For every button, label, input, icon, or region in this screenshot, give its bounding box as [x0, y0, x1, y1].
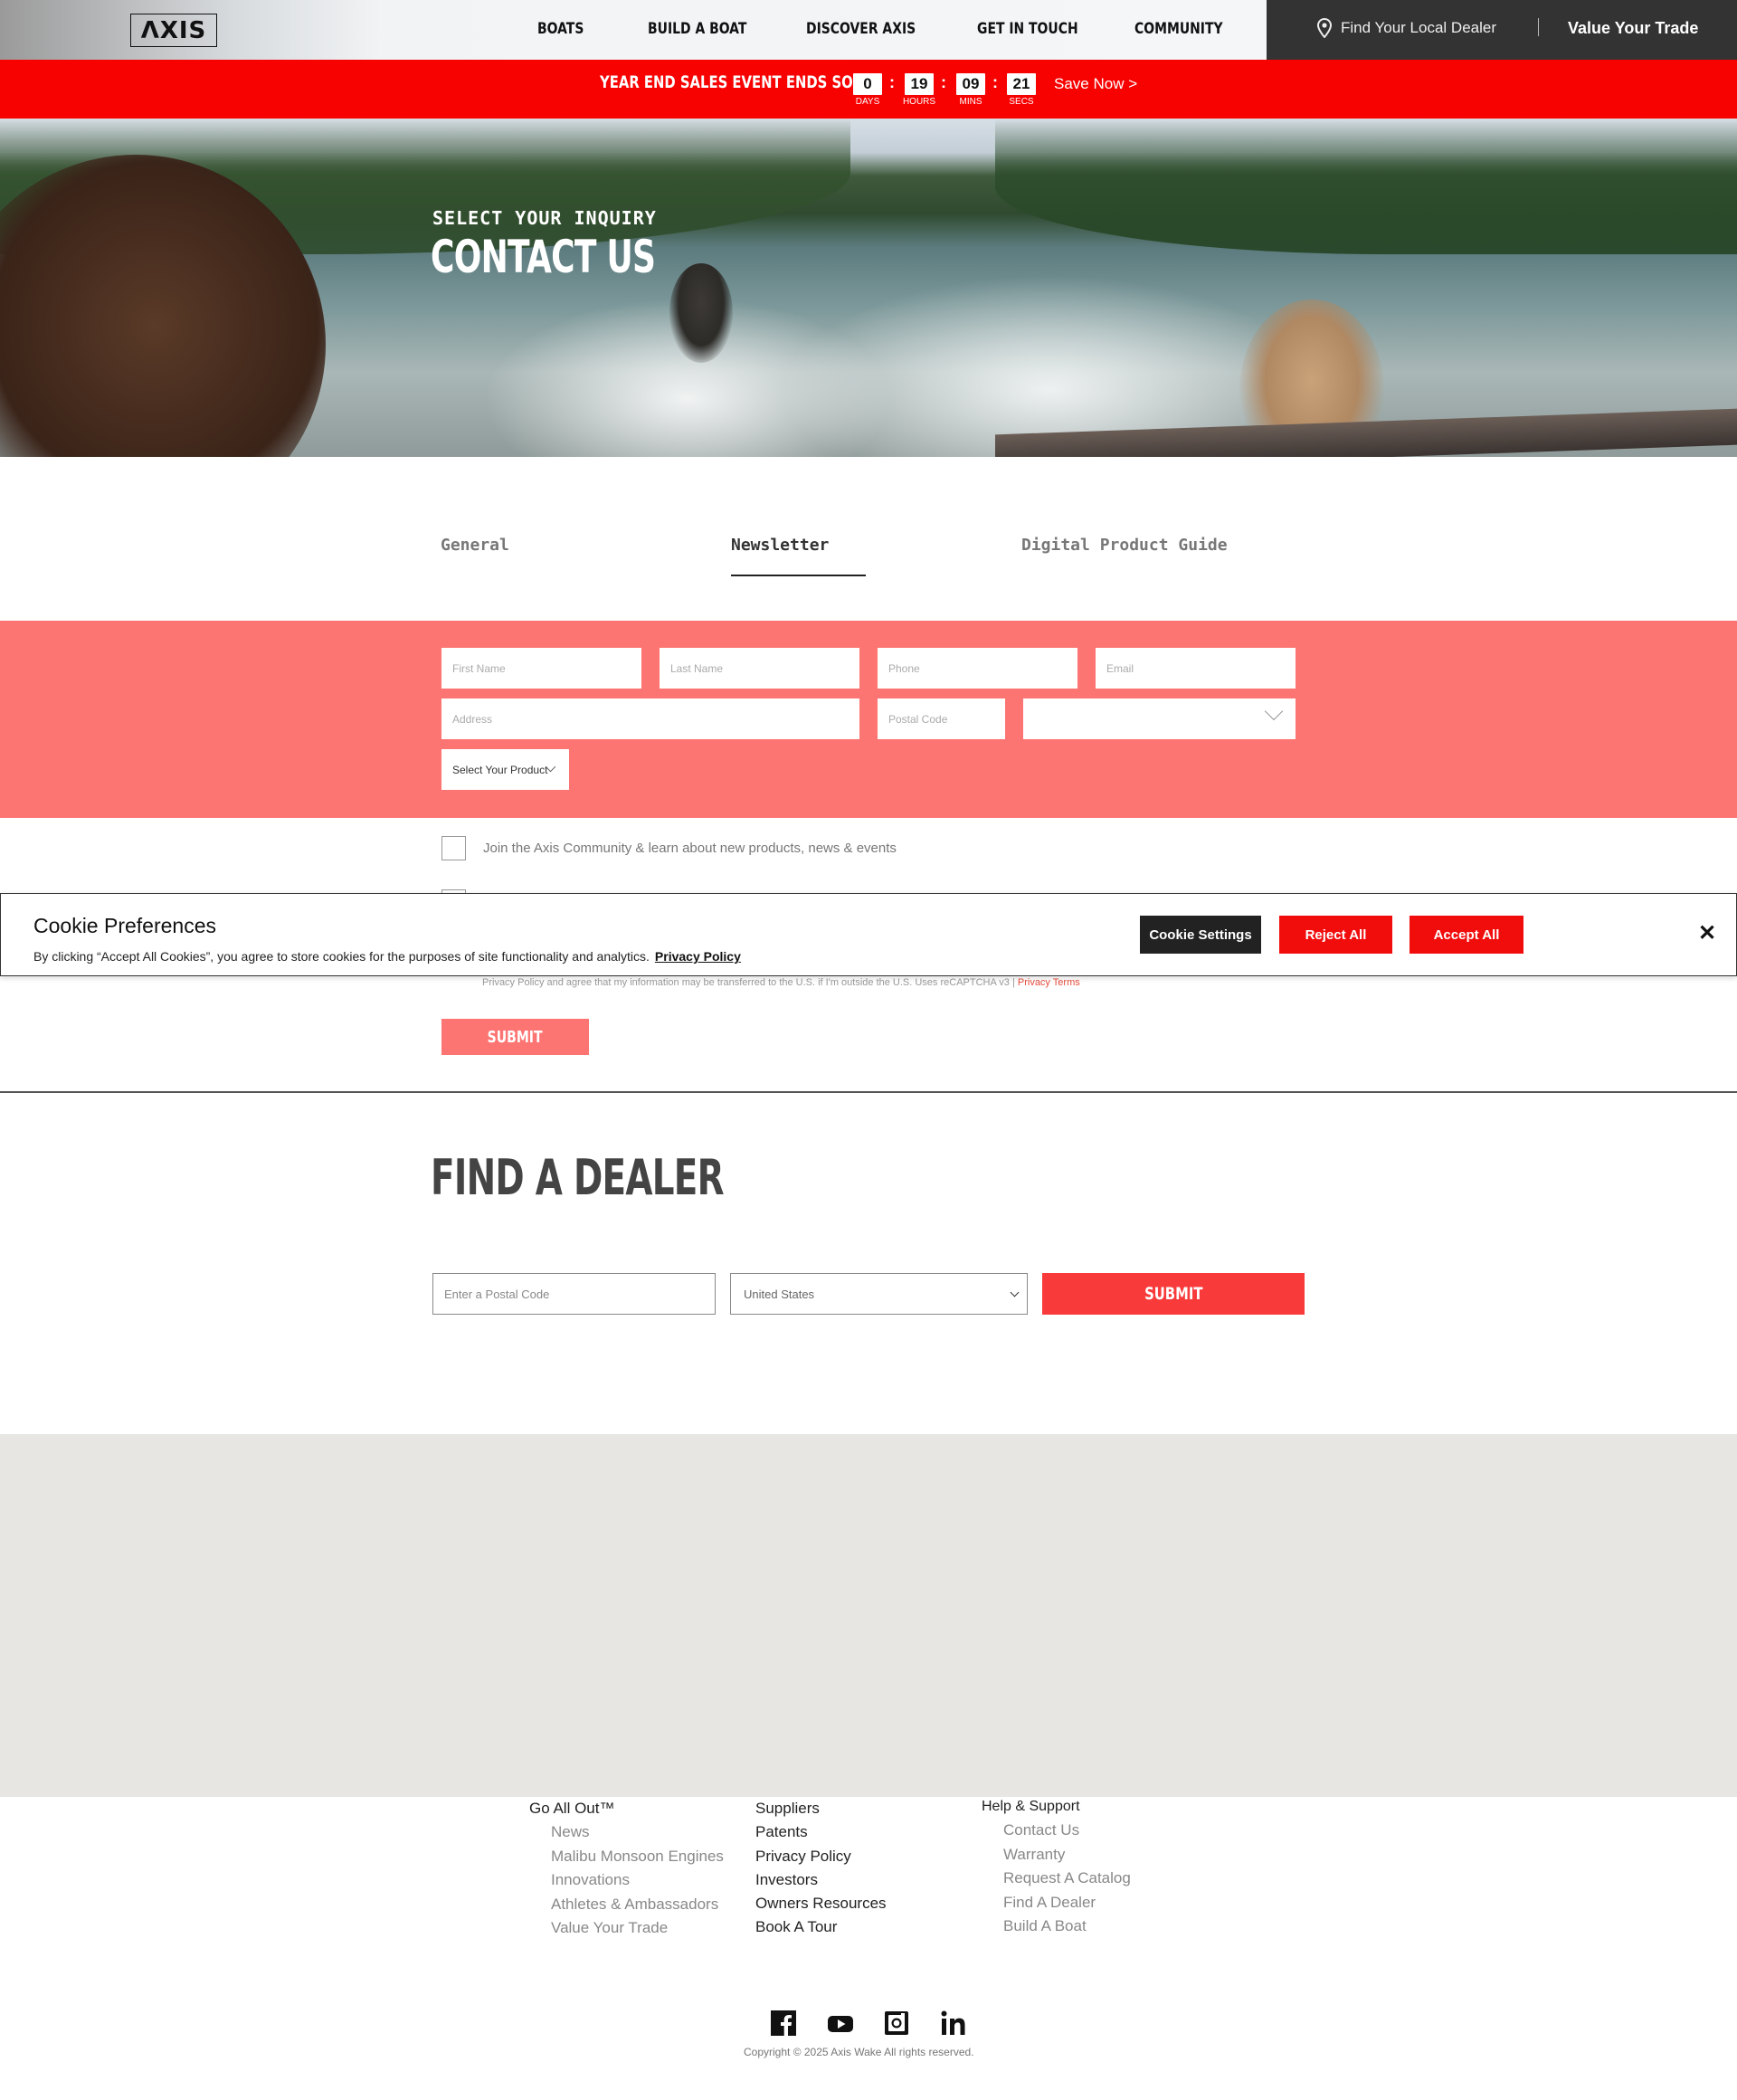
footer-link[interactable]: Privacy Policy: [755, 1845, 887, 1868]
footer-heading[interactable]: Help & Support: [982, 1795, 1131, 1819]
header-utility-bar: Find Your Local Dealer Value Your Trade: [1267, 0, 1737, 60]
countdown-colon: :: [941, 73, 946, 91]
dealer-country-value: United States: [744, 1287, 815, 1301]
nav-boats[interactable]: BOATS: [537, 20, 584, 38]
footer-link[interactable]: Investors: [755, 1868, 887, 1892]
dealer-map[interactable]: [0, 1434, 1737, 1797]
address-field[interactable]: Address: [441, 698, 859, 739]
newsletter-form-band: [0, 621, 1737, 818]
nav-get-in-touch[interactable]: GET IN TOUCH: [977, 20, 1078, 38]
site-header: ΛXIS BOATS BUILD A BOAT DISCOVER AXIS GE…: [0, 0, 1737, 60]
dealer-postal-input[interactable]: Enter a Postal Code: [432, 1273, 716, 1315]
phone-field[interactable]: Phone: [878, 648, 1077, 689]
footer-link[interactable]: Athletes & Ambassadors: [529, 1893, 724, 1917]
find-dealer-link[interactable]: Find Your Local Dealer: [1317, 18, 1496, 38]
privacy-consent-text: Privacy Policy and agree that my informa…: [482, 977, 1080, 988]
find-dealer-title: FIND A DEALER: [431, 1149, 725, 1206]
instagram-icon[interactable]: [882, 2009, 911, 2038]
privacy-consent-copy: Privacy Policy and agree that my informa…: [482, 977, 1015, 988]
tab-newsletter[interactable]: Newsletter: [731, 536, 829, 555]
countdown-colon: :: [889, 73, 895, 91]
value-your-trade-link[interactable]: Value Your Trade: [1568, 19, 1698, 38]
countdown-mins-label: MINS: [959, 97, 982, 107]
dealer-country-select[interactable]: United States: [730, 1273, 1028, 1315]
countdown-hours: 19: [905, 73, 934, 95]
community-checkbox-label: Join the Axis Community & learn about ne…: [483, 841, 897, 856]
hero-image-treeline: [995, 119, 1737, 254]
footer-link[interactable]: Book A Tour: [755, 1915, 887, 1939]
cookie-banner-copy: By clicking “Accept All Cookies”, you ag…: [33, 949, 650, 964]
footer-link[interactable]: Malibu Monsoon Engines: [529, 1845, 724, 1869]
find-dealer-label: Find Your Local Dealer: [1341, 19, 1497, 36]
countdown-mins: 09: [956, 73, 985, 95]
hero-image-wakesurfer: [669, 263, 733, 363]
cookie-settings-button[interactable]: Cookie Settings: [1140, 916, 1261, 954]
countdown-colon: :: [992, 73, 998, 91]
axis-logo[interactable]: ΛXIS: [130, 14, 217, 47]
chevron-down-icon: [1010, 1288, 1020, 1297]
cookie-banner-title: Cookie Preferences: [33, 914, 216, 937]
footer-link[interactable]: Contact Us: [982, 1819, 1131, 1843]
privacy-terms-link[interactable]: Privacy Terms: [1018, 977, 1080, 988]
promo-text: YEAR END SALES EVENT ENDS SOON: [600, 72, 876, 92]
first-name-field[interactable]: First Name: [441, 648, 641, 689]
dealer-submit-button[interactable]: SUBMIT: [1042, 1273, 1305, 1315]
footer-link[interactable]: Owners Resources: [755, 1892, 887, 1915]
chevron-down-icon: [1264, 701, 1284, 721]
footer-link[interactable]: Build A Boat: [982, 1915, 1131, 1939]
footer-link[interactable]: Value Your Trade: [529, 1916, 724, 1941]
footer-heading[interactable]: Go All Out™: [529, 1797, 724, 1820]
map-pin-icon: [1317, 18, 1332, 38]
footer-link[interactable]: Find A Dealer: [982, 1891, 1131, 1915]
facebook-icon[interactable]: [769, 2009, 798, 2038]
tab-digital-product-guide[interactable]: Digital Product Guide: [1021, 536, 1228, 555]
community-checkbox[interactable]: [441, 836, 466, 860]
nav-discover-axis[interactable]: DISCOVER AXIS: [806, 20, 916, 38]
footer-link[interactable]: News: [529, 1820, 724, 1845]
countdown-secs-label: SECS: [1009, 97, 1034, 107]
hero-banner: SELECT YOUR INQUIRY CONTACT US: [0, 119, 1737, 457]
page-title: CONTACT US: [431, 231, 656, 283]
cookie-privacy-policy-link[interactable]: Privacy Policy: [655, 949, 741, 964]
dealer-submit-label: SUBMIT: [1144, 1284, 1203, 1304]
newsletter-submit-button[interactable]: SUBMIT: [441, 1019, 589, 1055]
footer-link[interactable]: Request A Catalog: [982, 1867, 1131, 1891]
tab-general[interactable]: General: [441, 536, 509, 555]
cookie-banner: Cookie Preferences By clicking “Accept A…: [0, 893, 1737, 976]
youtube-icon[interactable]: [826, 2009, 855, 2038]
countdown-days: 0: [853, 73, 882, 95]
newsletter-submit-label: SUBMIT: [488, 1027, 543, 1047]
footer-link[interactable]: Warranty: [982, 1843, 1131, 1867]
linkedin-icon[interactable]: [939, 2009, 968, 2038]
section-divider: [0, 1091, 1737, 1093]
countdown-secs: 21: [1007, 73, 1036, 95]
nav-community[interactable]: COMMUNITY: [1134, 20, 1223, 38]
footer-link[interactable]: Patents: [755, 1820, 887, 1844]
email-field[interactable]: Email: [1096, 648, 1296, 689]
cookie-banner-text: By clicking “Accept All Cookies”, you ag…: [33, 949, 741, 964]
footer-link[interactable]: Suppliers: [755, 1797, 887, 1820]
last-name-field[interactable]: Last Name: [660, 648, 859, 689]
close-icon[interactable]: ✕: [1698, 920, 1716, 946]
footer-column-2: Suppliers Patents Privacy Policy Investo…: [755, 1797, 887, 1940]
product-select-value: Select Your Product: [452, 763, 548, 776]
copyright-text: Copyright © 2025 Axis Wake All rights re…: [744, 2046, 974, 2058]
header-divider: [1538, 18, 1539, 36]
accept-all-button[interactable]: Accept All: [1410, 916, 1523, 954]
product-select[interactable]: Select Your Product: [441, 749, 569, 790]
hero-subtitle: SELECT YOUR INQUIRY: [432, 207, 657, 229]
active-tab-indicator: [731, 575, 866, 576]
save-now-link[interactable]: Save Now >: [1054, 75, 1137, 93]
countdown-days-label: DAYS: [855, 97, 880, 107]
nav-build-a-boat[interactable]: BUILD A BOAT: [648, 20, 746, 38]
footer-link[interactable]: Innovations: [529, 1868, 724, 1893]
footer-column-3: Help & Support Contact Us Warranty Reque…: [982, 1795, 1131, 1939]
country-select[interactable]: [1023, 698, 1296, 739]
reject-all-button[interactable]: Reject All: [1279, 916, 1392, 954]
footer-column-1: Go All Out™ News Malibu Monsoon Engines …: [529, 1797, 724, 1941]
countdown-hours-label: HOURS: [902, 97, 936, 107]
postal-code-field[interactable]: Postal Code: [878, 698, 1005, 739]
promo-bar: YEAR END SALES EVENT ENDS SOON 0 DAYS : …: [0, 60, 1737, 119]
